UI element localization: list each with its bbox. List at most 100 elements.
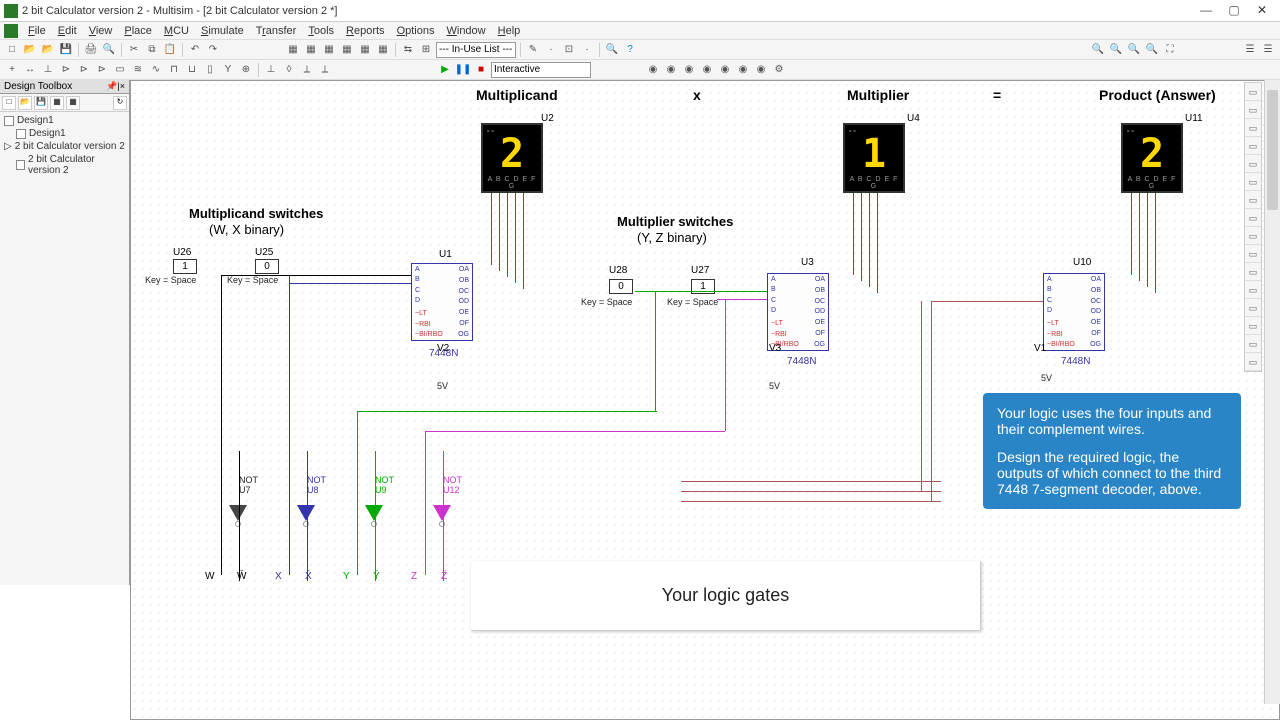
rtool-10[interactable]: ▭ <box>1245 245 1261 263</box>
grid3-icon[interactable]: ▦ <box>321 42 337 58</box>
menu-window[interactable]: Window <box>440 25 491 37</box>
rtool-9[interactable]: ▭ <box>1245 227 1261 245</box>
save-icon[interactable]: 💾 <box>58 42 74 58</box>
sim5-icon[interactable]: ◉ <box>717 62 733 78</box>
rtool-13[interactable]: ▭ <box>1245 299 1261 317</box>
inuse-combo[interactable]: --- In-Use List --- <box>436 42 516 58</box>
maximize-button[interactable]: ▢ <box>1220 2 1248 20</box>
sim3-icon[interactable]: ◉ <box>681 62 697 78</box>
rtool-16[interactable]: ▭ <box>1245 353 1261 371</box>
minimize-button[interactable]: — <box>1192 2 1220 20</box>
schematic-canvas[interactable]: Multiplicand x Multiplier = Product (Ans… <box>130 80 1280 720</box>
comp4-icon[interactable]: ⊳ <box>58 62 74 78</box>
menu-tools[interactable]: Tools <box>302 25 340 37</box>
menu-simulate[interactable]: Simulate <box>195 25 250 37</box>
rtool-14[interactable]: ▭ <box>1245 317 1261 335</box>
switch-u25[interactable]: 0 <box>255 259 279 274</box>
comp3-icon[interactable]: ⊥ <box>40 62 56 78</box>
print-icon[interactable]: 🖨 <box>83 42 99 58</box>
tb-b-icon[interactable]: ▦ <box>66 96 80 110</box>
zoomout-icon[interactable]: 🔍 <box>1108 42 1124 58</box>
comp12-icon[interactable]: ▯ <box>202 62 218 78</box>
switch-u26[interactable]: 1 <box>173 259 197 274</box>
rtool-7[interactable]: ▭ <box>1245 191 1261 209</box>
comp7-icon[interactable]: ▭ <box>112 62 128 78</box>
menu-reports[interactable]: Reports <box>340 25 391 37</box>
zoom-icon[interactable]: 🔍 <box>604 42 620 58</box>
cut-icon[interactable]: ✂ <box>126 42 142 58</box>
menu-transfer[interactable]: Transfer <box>250 25 303 37</box>
comp10-icon[interactable]: ⊓ <box>166 62 182 78</box>
help-icon[interactable]: ? <box>622 42 638 58</box>
rtool-11[interactable]: ▭ <box>1245 263 1261 281</box>
rtool-2[interactable]: ▭ <box>1245 101 1261 119</box>
tree-design1-sheet[interactable]: Design1 <box>4 127 125 140</box>
tree-design1[interactable]: Design1 <box>4 114 125 127</box>
tb-a-icon[interactable]: ▦ <box>50 96 64 110</box>
tree-calc-sheet[interactable]: 2 bit Calculator version 2 <box>4 153 125 177</box>
comp9-icon[interactable]: ∿ <box>148 62 164 78</box>
tb-open-icon[interactable]: 📂 <box>18 96 32 110</box>
gear-icon[interactable]: ⚙ <box>771 62 787 78</box>
grid1-icon[interactable]: ▦ <box>285 42 301 58</box>
menu-view[interactable]: View <box>83 25 119 37</box>
list2-icon[interactable]: ☰ <box>1260 42 1276 58</box>
rtool-6[interactable]: ▭ <box>1245 173 1261 191</box>
menu-place[interactable]: Place <box>118 25 158 37</box>
grid2-icon[interactable]: ▦ <box>303 42 319 58</box>
rtool-12[interactable]: ▭ <box>1245 281 1261 299</box>
comp17-icon[interactable]: ⟂ <box>299 62 315 78</box>
sim1-icon[interactable]: ◉ <box>645 62 661 78</box>
rtool-1[interactable]: ▭ <box>1245 83 1261 101</box>
sim6-icon[interactable]: ◉ <box>735 62 751 78</box>
zoomin-icon[interactable]: 🔍 <box>1090 42 1106 58</box>
tb-save-icon[interactable]: 💾 <box>34 96 48 110</box>
menu-mcu[interactable]: MCU <box>158 25 195 37</box>
sim7-icon[interactable]: ◉ <box>753 62 769 78</box>
grid6-icon[interactable]: ▦ <box>375 42 391 58</box>
open-icon[interactable]: 📂 <box>22 42 38 58</box>
comp11-icon[interactable]: ⊔ <box>184 62 200 78</box>
open2-icon[interactable]: 📂 <box>40 42 56 58</box>
new-icon[interactable]: □ <box>4 42 20 58</box>
tb-refresh-icon[interactable]: ↻ <box>113 96 127 110</box>
play-icon[interactable]: ▶ <box>437 62 453 78</box>
rtool-15[interactable]: ▭ <box>1245 335 1261 353</box>
toolbox-pin-icon[interactable]: 📌|× <box>106 81 125 92</box>
comp13-icon[interactable]: Y <box>220 62 236 78</box>
stop-icon[interactable]: ■ <box>473 62 489 78</box>
switch-u28[interactable]: 0 <box>609 279 633 294</box>
copy-icon[interactable]: ⧉ <box>144 42 160 58</box>
redo-icon[interactable]: ↷ <box>205 42 221 58</box>
tree-calc[interactable]: ▷ 2 bit Calculator version 2 <box>4 140 125 153</box>
comp14-icon[interactable]: ⊕ <box>238 62 254 78</box>
comp16-icon[interactable]: ◊ <box>281 62 297 78</box>
paste-icon[interactable]: 📋 <box>162 42 178 58</box>
fullscreen-icon[interactable]: ⛶ <box>1162 42 1178 58</box>
comp8-icon[interactable]: ≋ <box>130 62 146 78</box>
rtool-8[interactable]: ▭ <box>1245 209 1261 227</box>
close-button[interactable]: ✕ <box>1248 2 1276 20</box>
undo-icon[interactable]: ↶ <box>187 42 203 58</box>
comp18-icon[interactable]: ⟂ <box>317 62 333 78</box>
rtool-3[interactable]: ▭ <box>1245 119 1261 137</box>
tool-b-icon[interactable]: ⊞ <box>418 42 434 58</box>
grid4-icon[interactable]: ▦ <box>339 42 355 58</box>
menu-edit[interactable]: Edit <box>52 25 83 37</box>
comp2-icon[interactable]: ↔ <box>22 62 38 78</box>
tool-e-icon[interactable]: ⊡ <box>561 42 577 58</box>
tool-a-icon[interactable]: ⇆ <box>400 42 416 58</box>
comp6-icon[interactable]: ⊳ <box>94 62 110 78</box>
list1-icon[interactable]: ☰ <box>1242 42 1258 58</box>
menu-help[interactable]: Help <box>492 25 527 37</box>
sim-combo[interactable]: Interactive <box>491 62 591 78</box>
sim4-icon[interactable]: ◉ <box>699 62 715 78</box>
menu-file[interactable]: File <box>22 25 52 37</box>
grid5-icon[interactable]: ▦ <box>357 42 373 58</box>
vertical-scrollbar[interactable] <box>1264 80 1280 704</box>
sim2-icon[interactable]: ◉ <box>663 62 679 78</box>
zoomsel-icon[interactable]: 🔍 <box>1144 42 1160 58</box>
pause-icon[interactable]: ❚❚ <box>455 62 471 78</box>
tool-f-icon[interactable]: · <box>579 42 595 58</box>
comp15-icon[interactable]: ⊥ <box>263 62 279 78</box>
